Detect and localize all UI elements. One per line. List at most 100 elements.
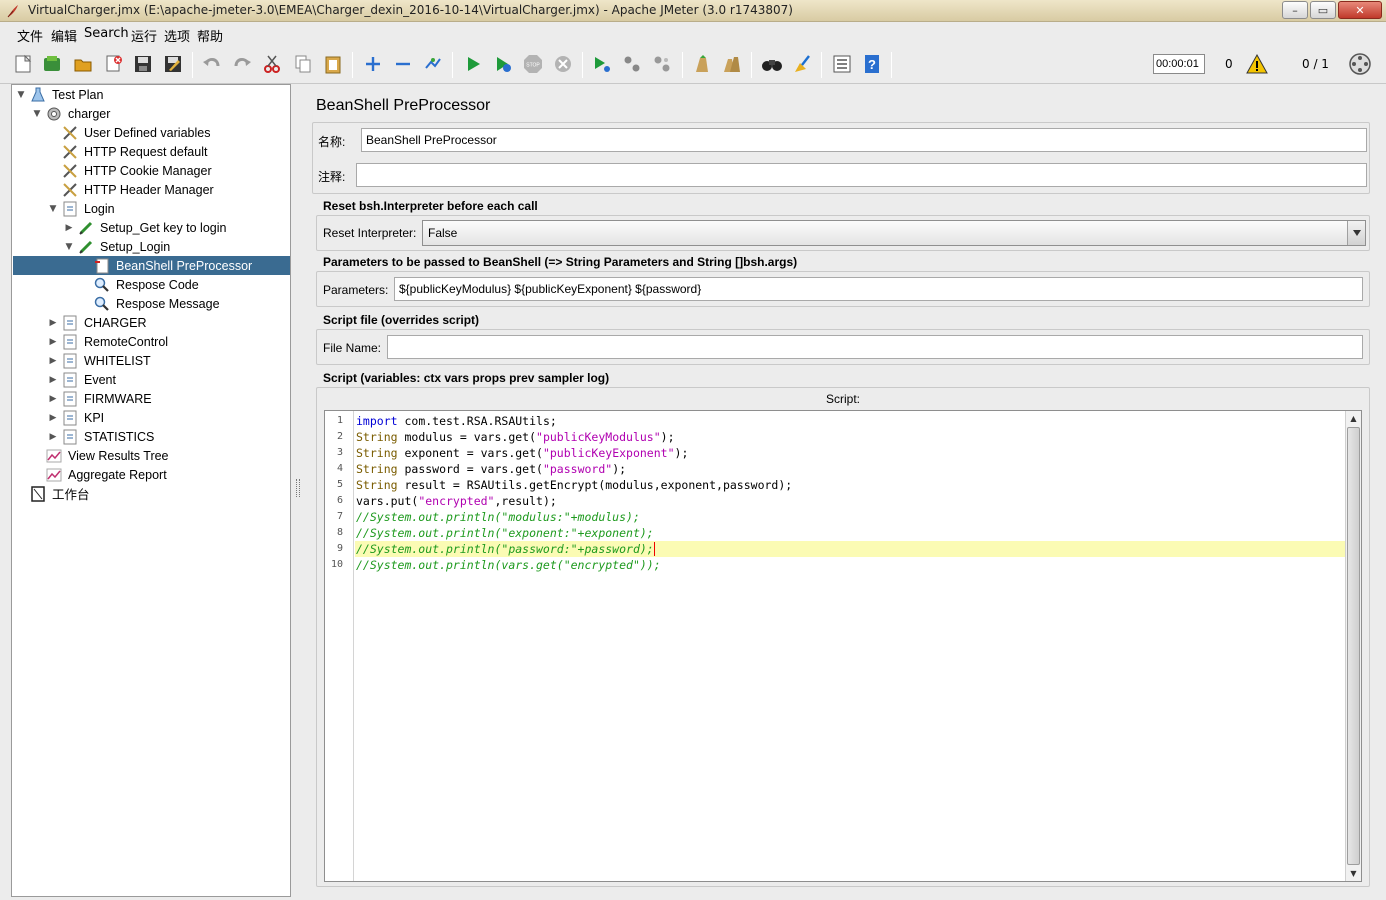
maximize-button[interactable]: ▭ (1310, 1, 1336, 19)
expand-toggle-icon[interactable]: ▶ (48, 394, 58, 404)
code-line[interactable]: import com.test.RSA.RSAUtils; (356, 413, 557, 429)
tree-node[interactable]: ▶ RemoteControl (48, 332, 170, 351)
scroll-down-icon[interactable]: ▼ (1346, 866, 1361, 881)
menu-search[interactable]: Search (84, 26, 129, 41)
split-pane-divider[interactable] (293, 84, 303, 900)
search-icon[interactable] (761, 53, 783, 75)
shutdown-icon[interactable] (552, 53, 574, 75)
tree-node-label: Test Plan (52, 87, 104, 102)
listener-icon (46, 467, 62, 483)
toggle-icon[interactable] (422, 53, 444, 75)
save-icon[interactable] (132, 53, 154, 75)
new-icon[interactable] (12, 53, 34, 75)
function-helper-icon[interactable] (831, 53, 853, 75)
start-no-pauses-icon[interactable] (492, 53, 514, 75)
tree-node[interactable]: ▶ STATISTICS (48, 427, 156, 446)
remote-start-icon[interactable] (591, 53, 613, 75)
tree-node[interactable]: ▶ Event (48, 370, 118, 389)
file-name-field[interactable] (387, 335, 1363, 359)
expand-toggle-icon[interactable]: ▶ (48, 337, 58, 347)
expand-toggle-icon[interactable]: ▼ (64, 242, 74, 252)
tree-node[interactable]: ▼ Setup_Login (64, 237, 172, 256)
copy-icon[interactable] (292, 53, 314, 75)
tree-node[interactable]: ▼ Login (48, 199, 117, 218)
expand-toggle-icon[interactable]: ▶ (48, 432, 58, 442)
tree-node[interactable]: Respose Message (80, 294, 222, 313)
expand-toggle-icon[interactable]: ▶ (48, 356, 58, 366)
chevron-down-icon[interactable] (1347, 221, 1365, 245)
scrollbar-thumb[interactable] (1347, 427, 1360, 865)
templates-icon[interactable] (41, 53, 63, 75)
editor-vertical-scrollbar[interactable]: ▲ ▼ (1345, 411, 1361, 881)
tree-node[interactable]: ▶ FIRMWARE (48, 389, 154, 408)
remote-stop-icon[interactable] (621, 53, 643, 75)
start-icon[interactable] (462, 53, 484, 75)
tree-node[interactable]: ▶ CHARGER (48, 313, 149, 332)
tree-node[interactable]: ▶ KPI (48, 408, 106, 427)
name-field[interactable]: BeanShell PreProcessor (361, 128, 1367, 152)
reset-interpreter-select[interactable]: False (422, 220, 1366, 246)
divider-grip[interactable] (296, 479, 300, 497)
tree-node[interactable]: View Results Tree (32, 446, 171, 465)
tree-node[interactable]: ▶ Setup_Get key to login (64, 218, 228, 237)
tree-node[interactable]: Respose Code (80, 275, 201, 294)
stop-icon[interactable]: STOP (522, 53, 544, 75)
menu-options[interactable]: 选项 (164, 26, 190, 45)
expand-icon[interactable] (362, 53, 384, 75)
warning-icon[interactable] (1246, 54, 1268, 74)
tree-node[interactable]: HTTP Header Manager (48, 180, 216, 199)
expand-toggle-icon[interactable]: ▼ (16, 90, 26, 100)
clear-all-icon[interactable] (721, 53, 743, 75)
code-line[interactable]: //System.out.println("password:"+passwor… (356, 541, 654, 557)
tree-node[interactable]: Aggregate Report (32, 465, 169, 484)
save-as-icon[interactable] (162, 53, 184, 75)
code-line[interactable]: String exponent = vars.get("publicKeyExp… (356, 445, 688, 461)
expand-toggle-icon[interactable]: ▶ (64, 223, 74, 233)
global-stop-icon[interactable] (1348, 52, 1372, 76)
menu-help[interactable]: 帮助 (197, 26, 223, 45)
clear-icon[interactable] (691, 53, 713, 75)
parameters-field[interactable]: ${publicKeyModulus} ${publicKeyExponent}… (394, 277, 1363, 301)
config-icon (62, 163, 78, 179)
scroll-up-icon[interactable]: ▲ (1346, 411, 1361, 426)
help-icon[interactable]: ? (861, 53, 883, 75)
code-line[interactable]: String modulus = vars.get("publicKeyModu… (356, 429, 675, 445)
tree-node[interactable]: HTTP Request default (48, 142, 209, 161)
cut-icon[interactable] (261, 53, 283, 75)
remote-shutdown-icon[interactable] (651, 53, 673, 75)
expand-toggle-icon[interactable]: ▼ (32, 109, 42, 119)
tree-node[interactable]: ▼ Test Plan (16, 85, 105, 104)
test-plan-tree[interactable]: ▼ Test Plan ▼ charger User Defined variables… (11, 84, 291, 897)
code-line[interactable]: //System.out.println(vars.get("encrypted… (356, 557, 661, 573)
expand-toggle-icon[interactable]: ▼ (48, 204, 58, 214)
close-icon[interactable] (103, 53, 125, 75)
menu-file[interactable]: 文件 (17, 26, 43, 45)
running-threads-ratio: 0 / 1 (1302, 57, 1329, 71)
open-icon[interactable] (72, 53, 94, 75)
code-line[interactable]: //System.out.println("exponent:"+exponen… (356, 525, 654, 541)
paste-icon[interactable] (322, 53, 344, 75)
comment-field[interactable] (356, 163, 1367, 187)
tree-node[interactable]: HTTP Cookie Manager (48, 161, 214, 180)
expand-toggle-icon[interactable]: ▶ (48, 375, 58, 385)
tree-node[interactable]: User Defined variables (48, 123, 212, 142)
menu-run[interactable]: 运行 (131, 26, 157, 45)
tree-node[interactable]: BeanShell PreProcessor (80, 256, 254, 275)
menu-edit[interactable]: 编辑 (51, 26, 77, 45)
reset-search-icon[interactable] (791, 53, 813, 75)
expand-toggle-icon[interactable]: ▶ (48, 413, 58, 423)
code-line[interactable]: String result = RSAUtils.getEncrypt(modu… (356, 477, 792, 493)
close-window-button[interactable]: ✕ (1338, 1, 1382, 19)
undo-icon[interactable] (201, 53, 223, 75)
code-line[interactable]: String password = vars.get("password"); (356, 461, 626, 477)
tree-node[interactable]: 工作台 (16, 484, 92, 503)
collapse-icon[interactable] (392, 53, 414, 75)
tree-node[interactable]: ▶ WHITELIST (48, 351, 153, 370)
tree-node[interactable]: ▼ charger (32, 104, 112, 123)
code-line[interactable]: vars.put("encrypted",result); (356, 493, 557, 509)
redo-icon[interactable] (231, 53, 253, 75)
script-editor[interactable]: 1 2 3 4 5 6 7 8 9 10 ▲ ▼ import com.test.RSA.RSAU… (324, 410, 1362, 882)
expand-toggle-icon[interactable]: ▶ (48, 318, 58, 328)
code-line[interactable]: //System.out.println("modulus:"+modulus)… (356, 509, 640, 525)
minimize-button[interactable]: – (1282, 1, 1308, 19)
